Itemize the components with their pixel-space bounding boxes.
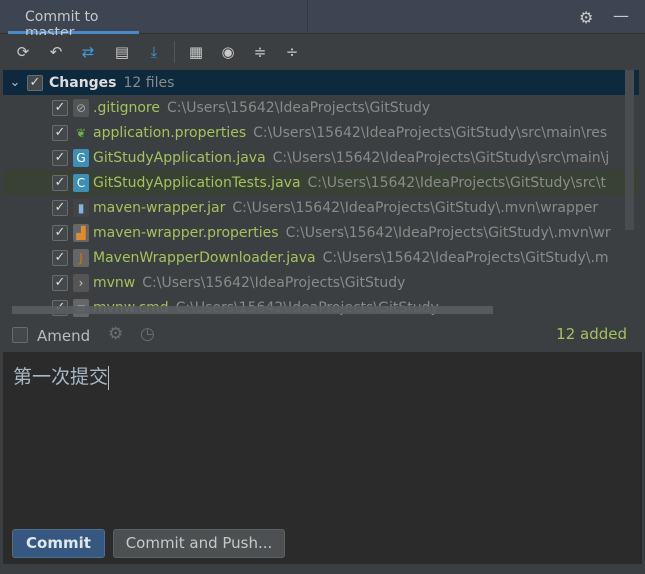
java-file-icon: J — [73, 248, 89, 267]
file-checkbox[interactable]: ✓ — [52, 274, 68, 291]
changelist-icon[interactable]: ▤ — [112, 42, 132, 62]
tab-commit[interactable]: Commit to master — [8, 0, 139, 41]
header-divider — [307, 0, 308, 34]
changes-count: 12 files — [123, 74, 175, 91]
file-path: C:\Users\15642\IdeaProjects\GitStudy\.m — [322, 249, 609, 266]
file-row[interactable]: ✓ ▮ maven-wrapper.jar C:\Users\15642\Ide… — [3, 195, 639, 220]
file-name: GitStudyApplication.java — [93, 149, 266, 166]
toolbar: ⟳ ↶ ⇄ ▤ ⤓ ▦ ◉ ≑ ÷ — [0, 35, 645, 69]
file-name: application.properties — [93, 124, 247, 141]
horizontal-scrollbar[interactable] — [12, 306, 493, 314]
ignore-file-icon: ⊘ — [73, 98, 89, 117]
file-path: C:\Users\15642\IdeaProjects\GitStudy\.mv… — [285, 224, 611, 241]
test-class-icon: C — [73, 173, 89, 192]
file-name: .gitignore — [93, 99, 160, 116]
file-row[interactable]: ✓ J MavenWrapperDownloader.java C:\Users… — [3, 245, 639, 270]
jar-file-icon: ▮ — [73, 198, 89, 217]
expand-all-icon[interactable]: ≑ — [250, 42, 270, 62]
file-checkbox[interactable]: ✓ — [52, 149, 68, 166]
bottom-strip — [0, 564, 645, 574]
toolbar-divider — [174, 41, 175, 63]
diff-icon[interactable]: ⇄ — [78, 42, 98, 62]
text-caret — [108, 366, 110, 390]
collapse-all-icon[interactable]: ÷ — [282, 42, 302, 62]
file-path: C:\Users\15642\IdeaProjects\GitStudy\src… — [272, 149, 610, 166]
file-name: MavenWrapperDownloader.java — [93, 249, 316, 266]
file-name: GitStudyApplicationTests.java — [93, 174, 301, 191]
file-checkbox[interactable]: ✓ — [52, 199, 68, 216]
file-checkbox[interactable]: ✓ — [52, 224, 68, 241]
amend-checkbox[interactable] — [12, 327, 28, 343]
amend-label[interactable]: Amend — [37, 327, 90, 345]
file-row[interactable]: ✓ ▟ maven-wrapper.properties C:\Users\15… — [3, 220, 639, 245]
file-checkbox[interactable]: ✓ — [52, 124, 68, 141]
rollback-icon[interactable]: ↶ — [46, 42, 66, 62]
refresh-icon[interactable]: ⟳ — [13, 42, 33, 62]
spring-properties-icon: ❦ — [75, 125, 87, 140]
chevron-down-icon[interactable]: ⌄ — [3, 75, 27, 90]
minimize-icon[interactable]: — — [613, 6, 629, 25]
history-icon[interactable]: ◷ — [140, 324, 155, 344]
file-row[interactable]: ✓ ⊘ .gitignore C:\Users\15642\IdeaProjec… — [3, 95, 639, 120]
changes-tree: ⌄ ✓ Changes 12 files ✓ ⊘ .gitignore C:\U… — [3, 70, 639, 320]
file-name: mvnw — [93, 274, 136, 291]
amend-bar: Amend ⚙ ◷ 12 added — [0, 320, 645, 352]
file-checkbox[interactable]: ✓ — [52, 174, 68, 191]
changes-status: 12 added — [556, 325, 627, 343]
changes-label: Changes — [49, 74, 117, 91]
commit-message-text[interactable]: 第一次提交 — [13, 366, 108, 388]
file-row[interactable]: ✓ C GitStudyApplicationTests.java C:\Use… — [3, 170, 639, 195]
file-path: C:\Users\15642\IdeaProjects\GitStudy — [167, 99, 431, 116]
shell-script-icon: › — [73, 273, 89, 292]
file-row[interactable]: ✓ › mvnw C:\Users\15642\IdeaProjects\Git… — [3, 270, 639, 295]
tool-window-header: Commit to master ⚙ — — [0, 0, 645, 41]
vertical-scrollbar[interactable] — [625, 70, 634, 230]
file-path: C:\Users\15642\IdeaProjects\GitStudy\.mv… — [232, 199, 599, 216]
changes-checkbox[interactable]: ✓ — [27, 74, 43, 91]
file-path: C:\Users\15642\IdeaProjects\GitStudy\src… — [307, 174, 607, 191]
file-row[interactable]: ✓ ❦ application.properties C:\Users\1564… — [3, 120, 639, 145]
file-path: C:\Users\15642\IdeaProjects\GitStudy — [142, 274, 406, 291]
spring-class-icon: G — [73, 148, 89, 167]
gear-icon[interactable]: ⚙ — [108, 324, 123, 344]
changes-group-row[interactable]: ⌄ ✓ Changes 12 files — [3, 70, 639, 95]
file-checkbox[interactable]: ✓ — [52, 99, 68, 116]
view-options-icon[interactable]: ◉ — [218, 42, 238, 62]
commit-button[interactable]: Commit — [12, 529, 105, 558]
file-path: C:\Users\15642\IdeaProjects\GitStudy\src… — [253, 124, 608, 141]
file-name: maven-wrapper.jar — [93, 199, 226, 216]
group-by-icon[interactable]: ▦ — [186, 42, 206, 62]
file-row[interactable]: ✓ G GitStudyApplication.java C:\Users\15… — [3, 145, 639, 170]
file-checkbox[interactable]: ✓ — [52, 249, 68, 266]
commit-message-editor[interactable]: 第一次提交 Commit Commit and Push... — [3, 352, 642, 564]
commit-and-push-button[interactable]: Commit and Push... — [113, 529, 285, 558]
update-icon[interactable]: ⤓ — [144, 42, 164, 62]
gear-icon[interactable]: ⚙ — [579, 8, 593, 27]
file-name: maven-wrapper.properties — [93, 224, 279, 241]
properties-file-icon: ▟ — [73, 223, 89, 242]
